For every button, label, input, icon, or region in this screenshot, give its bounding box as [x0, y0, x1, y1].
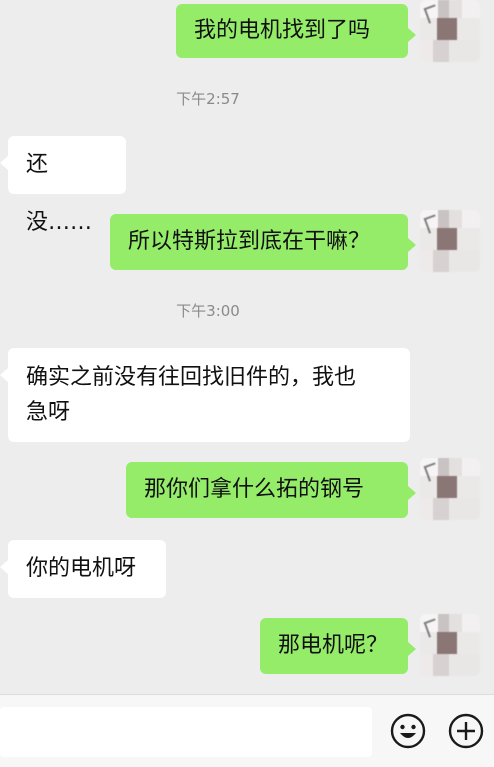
- input-bar: [0, 694, 494, 767]
- message-text: 我的电机找到了吗: [194, 18, 371, 43]
- timestamp: 下午2:57: [176, 90, 240, 108]
- incoming-message-bubble[interactable]: 还没……: [0, 136, 126, 235]
- message-text-line: 确实之前没有往回找旧件的，我也: [26, 365, 357, 390]
- outgoing-message-bubble[interactable]: 那电机呢？: [260, 618, 416, 674]
- message-text: 那电机呢？: [278, 633, 389, 658]
- my-avatar[interactable]: [420, 458, 480, 520]
- add-icon[interactable]: [448, 713, 484, 749]
- my-avatar[interactable]: [420, 0, 480, 62]
- message-text: 所以特斯拉到底在干嘛？: [128, 229, 371, 254]
- outgoing-message-bubble[interactable]: 所以特斯拉到底在干嘛？: [110, 214, 416, 270]
- incoming-message-bubble[interactable]: 确实之前没有往回找旧件的，我也 急呀: [0, 348, 410, 442]
- incoming-message-bubble[interactable]: 你的电机呀: [0, 540, 166, 598]
- message-input[interactable]: [0, 707, 372, 757]
- chat-area: 我的电机找到了吗 下午2:57 还没…… 所以特斯拉到底在干嘛？ 下午3:00 …: [0, 0, 494, 694]
- outgoing-message-bubble[interactable]: 我的电机找到了吗: [176, 4, 416, 58]
- timestamp: 下午3:00: [176, 302, 240, 320]
- message-text-line: 急呀: [26, 400, 71, 425]
- message-text: 你的电机呀: [26, 556, 137, 581]
- message-text: 那你们拿什么拓的钢号: [144, 477, 365, 502]
- emoji-icon[interactable]: [390, 713, 426, 749]
- my-avatar[interactable]: [420, 210, 480, 272]
- message-text: 还没……: [26, 152, 93, 235]
- outgoing-message-bubble[interactable]: 那你们拿什么拓的钢号: [126, 462, 416, 518]
- my-avatar[interactable]: [420, 614, 480, 676]
